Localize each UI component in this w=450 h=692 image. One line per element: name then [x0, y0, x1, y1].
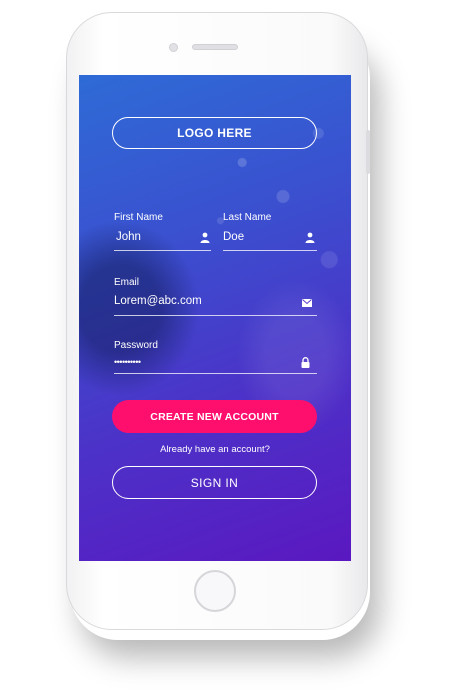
user-icon	[304, 231, 316, 243]
home-button	[194, 570, 236, 612]
last-name-underline	[223, 250, 317, 251]
sign-in-label: SIGN IN	[190, 475, 239, 490]
logo-label: LOGO HERE	[177, 126, 252, 140]
logo-placeholder: LOGO HERE	[112, 117, 317, 149]
phone-screen: LOGO HERE First Name John Last Name Doe …	[79, 75, 351, 561]
last-name-label: Last Name	[223, 212, 272, 223]
already-have-account-text: Already have an account?	[160, 444, 270, 455]
user-icon	[199, 231, 211, 243]
password-underline	[114, 373, 317, 374]
first-name-field[interactable]: John	[116, 231, 141, 243]
email-field[interactable]: Lorem@abc.com	[114, 295, 202, 307]
first-name-underline	[114, 250, 211, 251]
email-label: Email	[114, 277, 140, 288]
lock-icon	[299, 356, 311, 368]
last-name-field[interactable]: Doe	[223, 231, 244, 243]
front-camera	[169, 43, 178, 52]
password-field[interactable]: ••••••••••	[114, 357, 141, 367]
envelope-icon	[301, 297, 313, 309]
create-account-label: CREATE NEW ACCOUNT	[150, 410, 279, 423]
phone-side-button	[366, 130, 370, 174]
password-label: Password	[114, 340, 158, 351]
earpiece-speaker	[192, 44, 238, 50]
create-account-button[interactable]: CREATE NEW ACCOUNT	[112, 400, 317, 433]
email-underline	[114, 315, 317, 316]
sign-in-button[interactable]: SIGN IN	[112, 466, 317, 499]
first-name-label: First Name	[114, 212, 163, 223]
